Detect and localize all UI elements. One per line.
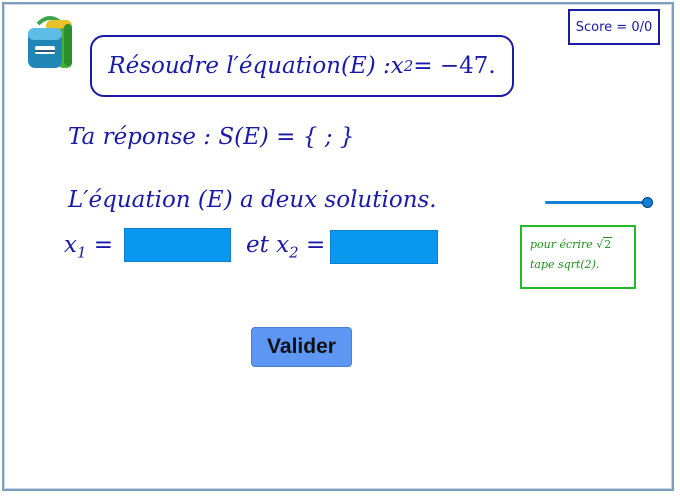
x1-input[interactable] [124, 228, 231, 262]
equation-prefix: Résoudre l′équation(E) : [108, 53, 391, 79]
hint-text-1: pour écrire [530, 238, 597, 251]
equation-variable: x [390, 53, 404, 79]
answer-label: Ta réponse : [68, 124, 219, 150]
hint-box: pour écrire √2 tape sqrt(2). [520, 225, 636, 289]
sqrt-symbol: √2 [596, 237, 613, 251]
x2-var: x [276, 232, 290, 258]
x2-label: et x2 = [246, 232, 325, 262]
backpack-icon [28, 16, 72, 68]
x1-var: x [64, 232, 77, 258]
score-display: Score = 0/0 [568, 9, 660, 45]
equation-statement: Résoudre l′équation(E) : x2 = −47. [90, 35, 514, 97]
slider-track[interactable] [545, 201, 647, 204]
slider[interactable] [545, 195, 655, 211]
answer-set: S(E) = { ; } [218, 124, 355, 150]
x2-eq: = [298, 232, 326, 258]
x1-sub: 1 [76, 243, 87, 262]
slider-knob[interactable] [642, 197, 653, 208]
x1-eq: = [86, 232, 114, 258]
x2-input[interactable] [330, 230, 438, 264]
hint-line-1: pour écrire √2 [530, 235, 626, 255]
solutions-count-text: L′équation (E) a deux solutions. [68, 187, 437, 213]
sqrt-radicand: 2 [603, 237, 613, 251]
x1-label: x1 = [64, 232, 113, 262]
x2-sub: 2 [289, 243, 299, 262]
equation-exponent: 2 [403, 57, 414, 75]
answer-line: Ta réponse : S(E) = { ; } [68, 124, 354, 150]
equation-rhs: = −47. [413, 53, 496, 79]
hint-line-2: tape sqrt(2). [530, 258, 600, 271]
validate-button[interactable]: Valider [251, 327, 352, 367]
connector-text: et [246, 232, 277, 258]
